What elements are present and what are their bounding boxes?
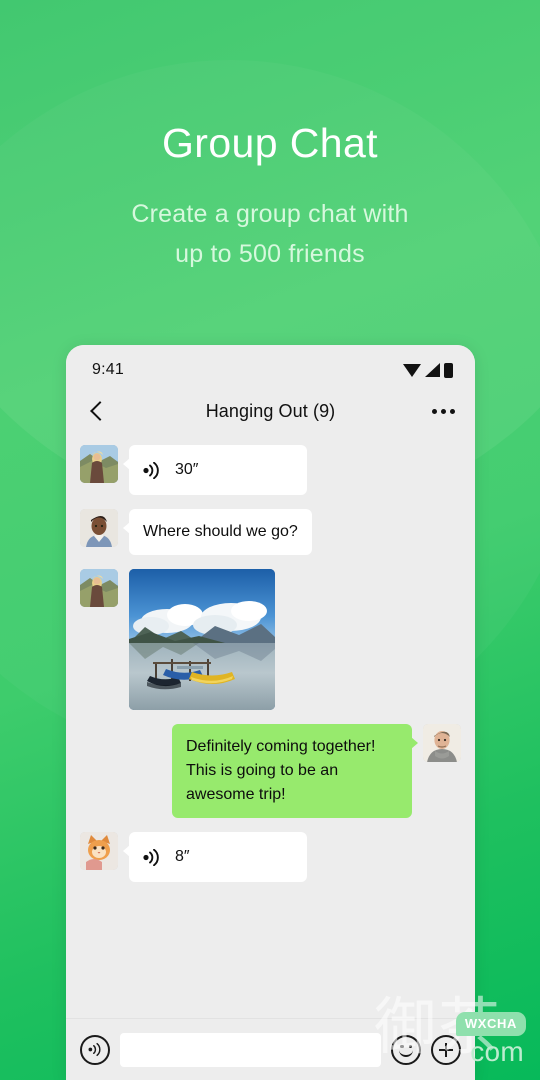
voice-message-bubble[interactable]: 30″ — [123, 445, 307, 495]
signal-icon — [425, 363, 440, 377]
battery-icon — [444, 362, 453, 378]
more-horizontal-icon-dot — [441, 408, 446, 414]
navigation-bar: Hanging Out (9) — [66, 389, 475, 433]
voice-message-bubble[interactable]: 8″ — [123, 832, 307, 882]
message-row: Definitely coming together! This is goin… — [80, 724, 461, 818]
phone-mockup: 9:41 Hanging Out (9) 30″ Where should we… — [66, 345, 475, 1080]
voice-wave-icon — [143, 461, 159, 479]
text-message-bubble-outgoing[interactable]: Definitely coming together! This is goin… — [172, 724, 418, 818]
back-button[interactable] — [86, 396, 112, 426]
message-row: 30″ — [80, 445, 461, 495]
wifi-icon — [403, 363, 421, 377]
hero-section: Group Chat Create a group chat with up t… — [0, 118, 540, 274]
message-input[interactable] — [120, 1032, 381, 1067]
avatar-man-denim[interactable] — [80, 509, 118, 547]
status-time: 9:41 — [92, 361, 124, 378]
promo-page: Group Chat Create a group chat with up t… — [0, 0, 540, 1080]
text-message-bubble[interactable]: Where should we go? — [123, 509, 312, 555]
emoji-eye-right — [408, 1044, 412, 1048]
composer-toolbar — [66, 1018, 475, 1080]
more-horizontal-icon-dot — [432, 408, 437, 414]
avatar-orange-cat[interactable] — [80, 832, 118, 870]
watermark-domain: com — [470, 1036, 524, 1067]
more-horizontal-icon-dot — [450, 408, 455, 414]
subtitle-line-1: Create a group chat with — [131, 200, 409, 228]
image-message[interactable] — [129, 569, 275, 710]
subtitle-line-2: up to 500 friends — [175, 240, 365, 268]
voice-duration: 30″ — [175, 461, 199, 478]
status-icons — [403, 362, 453, 378]
avatar-woman-hiker[interactable] — [80, 445, 118, 483]
message-list: 30″ Where should we go? Definitely comin… — [66, 433, 475, 1018]
emoji-smiley-icon[interactable] — [391, 1034, 421, 1065]
message-row: 8″ — [80, 832, 461, 882]
page-title: Group Chat — [162, 120, 378, 166]
more-options-button[interactable] — [432, 408, 455, 414]
emoji-mouth — [399, 1050, 413, 1057]
voice-record-icon[interactable] — [80, 1034, 110, 1065]
voice-wave-icon — [143, 848, 159, 866]
page-subtitle: Create a group chat with up to 500 frien… — [0, 194, 540, 274]
avatar-woman-hiker[interactable] — [80, 569, 118, 607]
voice-duration: 8″ — [175, 848, 190, 865]
plus-circle-icon[interactable] — [431, 1034, 461, 1065]
avatar-man-turtleneck[interactable] — [423, 724, 461, 762]
message-row — [80, 569, 461, 710]
chat-title: Hanging Out (9) — [205, 400, 336, 421]
emoji-eye-left — [400, 1044, 404, 1048]
message-row: Where should we go? — [80, 509, 461, 555]
status-bar: 9:41 — [66, 345, 475, 389]
